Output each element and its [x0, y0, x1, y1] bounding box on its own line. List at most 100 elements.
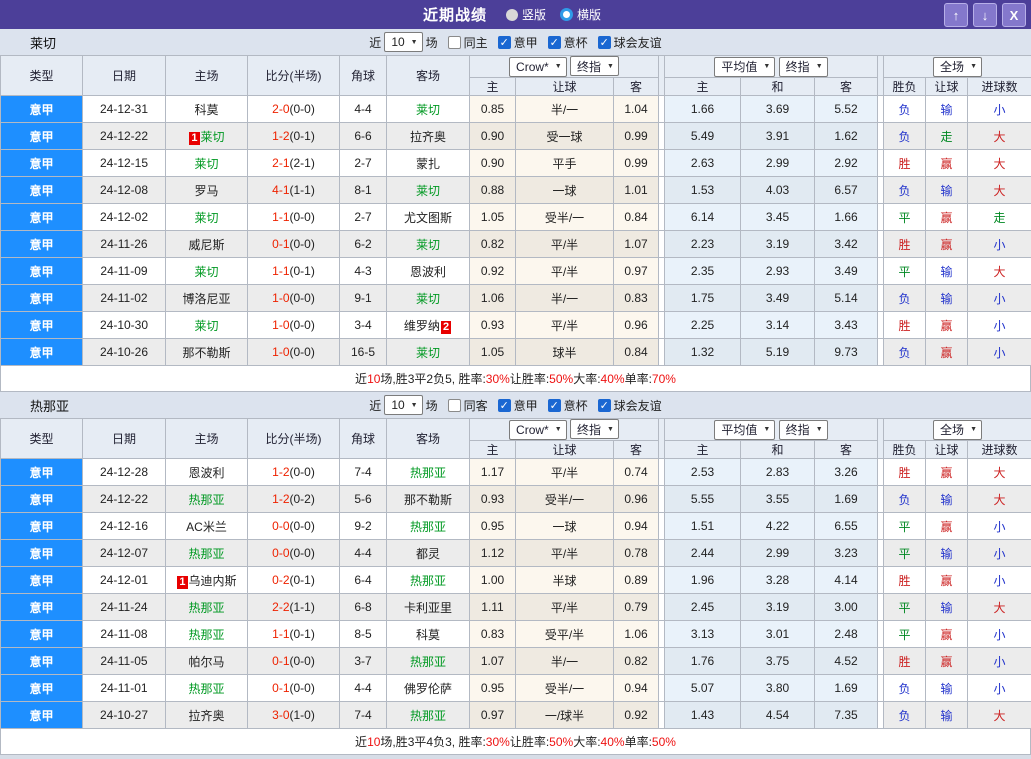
odds-time-select[interactable]: 终指▼	[570, 56, 619, 76]
bookmaker-select[interactable]: Crow*▼	[509, 57, 567, 77]
match-row: 意甲24-12-16AC米兰0-0(0-0)9-2热那亚0.95一球0.941.…	[1, 513, 1031, 540]
halftime-score: (0-0)	[290, 654, 315, 668]
odds-time-select-2[interactable]: 终指▼	[779, 57, 828, 77]
cell-result-goals: 大	[968, 258, 1031, 285]
fulltime-select[interactable]: 全场▼	[933, 57, 982, 77]
summary-part: 30%	[486, 372, 510, 386]
cell-home-team: 热那亚	[166, 621, 248, 648]
fulltime-select-cell: 全场▼	[884, 56, 1031, 78]
cell-result-goals: 大	[968, 594, 1031, 621]
cell-away-team: 蒙扎	[387, 150, 470, 177]
fulltime-score: 0-2	[272, 573, 289, 587]
summary-part: 70%	[652, 372, 676, 386]
horizontal-layout-radio[interactable]: 横版	[560, 6, 601, 23]
cell-result-wdl: 负	[884, 486, 926, 513]
home-team-name: 科莫	[194, 103, 218, 117]
vertical-layout-radio[interactable]: 竖版	[506, 6, 546, 23]
cell-result-goals: 小	[968, 339, 1031, 366]
cell-score: 2-2(1-1)	[248, 594, 340, 621]
cell-avg-away: 3.00	[815, 594, 878, 621]
cell-date: 24-11-24	[83, 594, 166, 621]
close-button[interactable]: X	[1002, 3, 1026, 27]
match-row: 意甲24-12-22热那亚1-2(0-2)5-6那不勒斯0.93受半/一0.96…	[1, 486, 1031, 513]
fulltime-select[interactable]: 全场▼	[933, 420, 982, 440]
same-venue-checkbox[interactable]	[448, 36, 461, 49]
cell-home-team: 1莱切	[166, 123, 248, 150]
team-section: 莱切 近 10▼ 场 同主 意甲 意杯 球会友谊 类型 日期 主场	[0, 29, 1031, 392]
cell-handicap: 受平/半	[516, 621, 614, 648]
away-team-name: 热那亚	[410, 655, 446, 669]
dropdown-arrow-icon: ▼	[816, 426, 823, 433]
col-header-away: 客场	[387, 56, 470, 96]
cell-home-team: 热那亚	[166, 675, 248, 702]
cell-result-handicap: 赢	[926, 459, 968, 486]
average-select[interactable]: 平均值▼	[714, 420, 775, 440]
halftime-score: (1-1)	[290, 183, 315, 197]
serie-a-checkbox[interactable]	[498, 399, 511, 412]
cell-away-team: 莱切	[387, 285, 470, 312]
away-team-name: 热那亚	[410, 466, 446, 480]
scroll-up-button[interactable]: ↑	[944, 3, 968, 27]
cell-home-team: 帕尔马	[166, 648, 248, 675]
table-body: 意甲24-12-28恩波利1-2(0-0)7-4热那亚1.17平/半0.742.…	[1, 459, 1031, 729]
cell-handicap: 半/一	[516, 285, 614, 312]
odds-time-select[interactable]: 终指▼	[570, 419, 619, 439]
cell-handicap: 一球	[516, 513, 614, 540]
cell-odds-away: 0.89	[614, 567, 659, 594]
scroll-down-button[interactable]: ↓	[973, 3, 997, 27]
dropdown-arrow-icon: ▼	[763, 426, 770, 433]
cell-result-handicap: 输	[926, 96, 968, 123]
team-section: 热那亚 近 10▼ 场 同客 意甲 意杯 球会友谊 类型 日期 主场	[0, 392, 1031, 755]
average-select[interactable]: 平均值▼	[714, 57, 775, 77]
cell-odds-away: 0.74	[614, 459, 659, 486]
cell-avg-away: 5.14	[815, 285, 878, 312]
italy-cup-checkbox[interactable]	[548, 36, 561, 49]
cell-date: 24-12-22	[83, 486, 166, 513]
cell-odds-away: 1.07	[614, 231, 659, 258]
cell-result-wdl: 平	[884, 204, 926, 231]
serie-a-checkbox[interactable]	[498, 36, 511, 49]
cell-result-goals: 小	[968, 675, 1031, 702]
club-friendly-label: 球会友谊	[614, 34, 662, 51]
cell-avg-draw: 3.19	[741, 231, 815, 258]
italy-cup-checkbox[interactable]	[548, 399, 561, 412]
cell-avg-home: 2.35	[665, 258, 741, 285]
match-row: 意甲24-12-07热那亚0-0(0-0)4-4都灵1.12平/半0.782.4…	[1, 540, 1031, 567]
cell-result-handicap: 输	[926, 486, 968, 513]
cell-away-team: 热那亚	[387, 567, 470, 594]
cell-corners: 4-4	[340, 540, 387, 567]
fulltime-score: 1-1	[272, 264, 289, 278]
cell-away-team: 科莫	[387, 621, 470, 648]
cell-date: 24-12-22	[83, 123, 166, 150]
cell-result-goals: 大	[968, 459, 1031, 486]
dropdown-arrow-icon: ▼	[607, 426, 614, 433]
radio-selected-icon[interactable]	[560, 8, 573, 21]
cell-corners: 3-4	[340, 312, 387, 339]
home-team-name: 莱切	[194, 265, 218, 279]
cell-handicap: 平/半	[516, 594, 614, 621]
bookmaker-select[interactable]: Crow*▼	[509, 420, 567, 440]
cell-result-handicap: 赢	[926, 204, 968, 231]
fulltime-score: 0-0	[272, 546, 289, 560]
cell-league: 意甲	[1, 621, 83, 648]
horizontal-label: 横版	[577, 6, 601, 23]
halftime-score: (0-0)	[290, 465, 315, 479]
match-row: 意甲24-11-09莱切1-1(0-1)4-3恩波利0.92平/半0.972.3…	[1, 258, 1031, 285]
match-count-select[interactable]: 10▼	[384, 32, 422, 52]
odds-time-select-2[interactable]: 终指▼	[779, 420, 828, 440]
same-venue-checkbox[interactable]	[448, 399, 461, 412]
cell-league: 意甲	[1, 258, 83, 285]
col-subheader-wdl: 胜负	[884, 441, 926, 459]
fulltime-score: 1-2	[272, 465, 289, 479]
cell-odds-away: 0.96	[614, 486, 659, 513]
cell-result-goals: 大	[968, 177, 1031, 204]
summary-part: 40%	[601, 372, 625, 386]
cell-date: 24-11-05	[83, 648, 166, 675]
club-friendly-checkbox[interactable]	[598, 36, 611, 49]
away-team-name: 维罗纳	[404, 319, 440, 333]
cell-result-wdl: 负	[884, 339, 926, 366]
cell-score: 2-0(0-0)	[248, 96, 340, 123]
club-friendly-checkbox[interactable]	[598, 399, 611, 412]
match-count-select[interactable]: 10▼	[384, 395, 422, 415]
radio-unselected-icon[interactable]	[506, 9, 518, 21]
